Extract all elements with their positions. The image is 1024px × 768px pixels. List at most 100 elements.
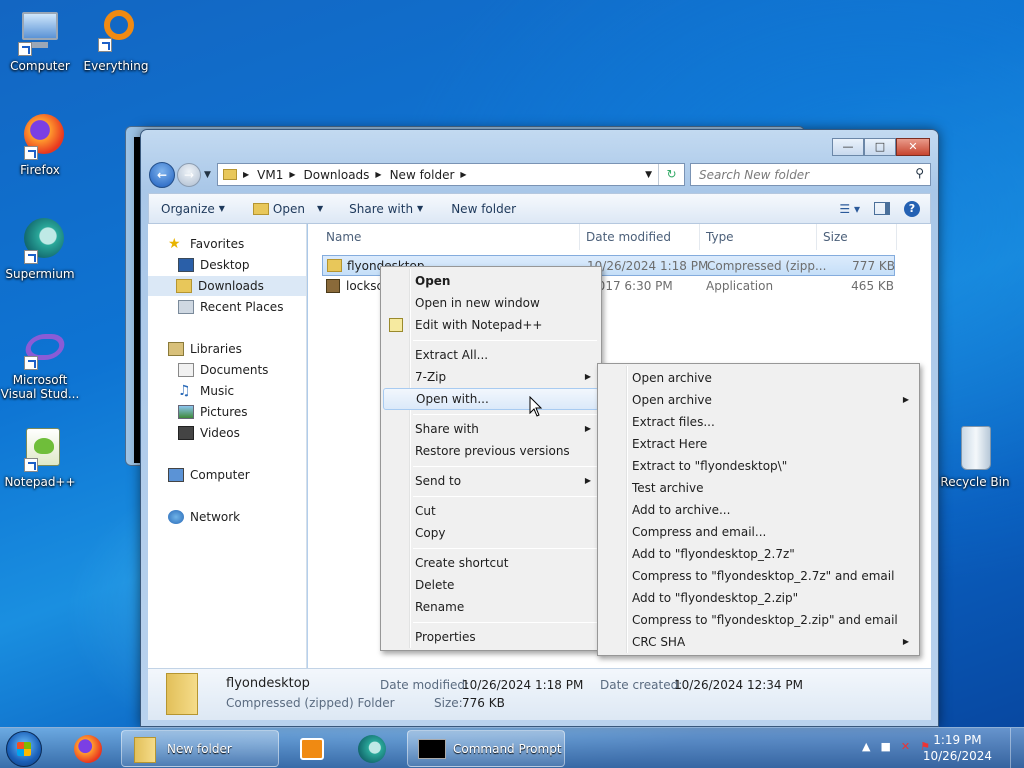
desktop-icon-recycle-bin[interactable]: Recycle Bin (935, 424, 1015, 489)
nav-favorites[interactable]: ★ Favorites (168, 234, 244, 254)
nav-downloads[interactable]: Downloads (148, 276, 306, 296)
submenu-arrow-icon: ▶ (584, 372, 591, 381)
preview-pane-icon[interactable] (874, 202, 890, 215)
desktop-icon-everything[interactable]: Everything (76, 8, 156, 73)
menu-cut[interactable]: Cut (383, 500, 599, 522)
zip-add-to-archive[interactable]: Add to archive... (600, 499, 917, 521)
taskbar-media-player[interactable] (290, 730, 336, 767)
address-dropdown-icon[interactable]: ▼ (645, 170, 652, 180)
nav-libraries[interactable]: Libraries (168, 339, 242, 359)
nav-pictures[interactable]: Pictures (178, 402, 248, 422)
chevron-right-icon[interactable]: ▶ (375, 170, 381, 179)
zip-add-7z[interactable]: Add to "flyondesktop_2.7z" (600, 543, 917, 565)
desktop-icon-computer[interactable]: Computer (0, 8, 80, 73)
zip-open-archive-sub[interactable]: Open archive ▶ (600, 389, 917, 411)
column-header-type[interactable]: Type (700, 224, 817, 250)
folder-icon (134, 737, 156, 763)
forward-button[interactable]: → (177, 163, 201, 187)
zip-compress-zip-email[interactable]: Compress to "flyondesktop_2.zip" and ema… (600, 609, 917, 631)
window-controls: — □ ✕ (832, 138, 930, 156)
zip-test-archive[interactable]: Test archive (600, 477, 917, 499)
zip-compress-7z-email[interactable]: Compress to "flyondesktop_2.7z" and emai… (600, 565, 917, 587)
column-header-size[interactable]: Size (817, 224, 897, 250)
desktop-icon-notepadpp[interactable]: Notepad++ (0, 424, 80, 489)
volume-muted-icon[interactable]: ✕ (901, 740, 910, 753)
star-icon: ★ (168, 236, 181, 252)
zip-extract-files[interactable]: Extract files... (600, 411, 917, 433)
taskbar-supermium[interactable] (350, 730, 396, 767)
menu-create-shortcut[interactable]: Create shortcut (383, 552, 599, 574)
address-bar[interactable]: ▶ VM1 ▶ Downloads ▶ New folder ▶ ▼ ↻ (217, 163, 685, 186)
start-button[interactable] (6, 731, 42, 767)
chevron-right-icon[interactable]: ▶ (460, 170, 466, 179)
nav-computer[interactable]: Computer (168, 465, 250, 485)
close-button[interactable]: ✕ (896, 138, 930, 156)
menu-open-with[interactable]: Open with... (383, 388, 599, 410)
submenu-arrow-icon: ▶ (902, 395, 909, 404)
zip-open-archive[interactable]: Open archive (600, 367, 917, 389)
menu-restore-previous[interactable]: Restore previous versions (383, 440, 599, 462)
taskbar-command-prompt[interactable]: Command Prompt (407, 730, 565, 767)
nav-desktop[interactable]: Desktop (178, 255, 250, 275)
taskbar-new-folder[interactable]: New folder (121, 730, 279, 767)
menu-share-with[interactable]: Share with ▶ (383, 418, 599, 440)
desktop-icon-label: Supermium (5, 267, 75, 281)
desktop-icon-visual-studio[interactable]: Microsoft Visual Stud... (0, 330, 80, 401)
breadcrumb-new-folder[interactable]: New folder (390, 168, 455, 182)
column-header-name[interactable]: Name (320, 224, 580, 250)
menu-edit-notepadpp[interactable]: Edit with Notepad++ (383, 314, 599, 336)
submenu-arrow-icon: ▶ (584, 424, 591, 433)
menu-extract-all[interactable]: Extract All... (383, 344, 599, 366)
recycle-bin-icon (951, 424, 999, 472)
visual-studio-icon (16, 330, 68, 370)
menu-open[interactable]: Open (383, 270, 599, 292)
zip-crc-sha[interactable]: CRC SHA ▶ (600, 631, 917, 653)
menu-properties[interactable]: Properties (383, 626, 599, 648)
clock[interactable]: 1:19 PM 10/26/2024 (923, 732, 992, 764)
chevron-down-icon: ▼ (417, 204, 424, 213)
taskbar-firefox[interactable] (66, 730, 112, 767)
network-icon[interactable]: ■ (881, 740, 891, 753)
search-placeholder: Search New folder (699, 168, 810, 182)
nav-videos[interactable]: Videos (178, 423, 240, 443)
menu-send-to[interactable]: Send to ▶ (383, 470, 599, 492)
search-input[interactable]: Search New folder ⚲ (690, 163, 931, 186)
menu-7zip[interactable]: 7-Zip ▶ (383, 366, 599, 388)
menu-delete[interactable]: Delete (383, 574, 599, 596)
desktop-icon-label: Notepad++ (4, 475, 76, 489)
menu-open-new-window[interactable]: Open in new window (383, 292, 599, 314)
refresh-icon[interactable]: ↻ (658, 164, 684, 185)
breadcrumb-vm1[interactable]: VM1 (257, 168, 283, 182)
chevron-right-icon[interactable]: ▶ (289, 170, 295, 179)
computer-icon (16, 8, 64, 56)
show-hidden-icons-icon[interactable]: ▲ (862, 740, 870, 753)
new-folder-button[interactable]: New folder (451, 202, 516, 216)
nav-recent-places[interactable]: Recent Places (178, 297, 283, 317)
minimize-button[interactable]: — (832, 138, 864, 156)
maximize-button[interactable]: □ (864, 138, 896, 156)
desktop-icon-supermium[interactable]: Supermium (0, 216, 80, 281)
help-icon[interactable]: ? (904, 200, 920, 217)
search-icon[interactable]: ⚲ (915, 166, 924, 180)
details-pane: flyondesktop Compressed (zipped) Folder … (148, 668, 931, 720)
desktop-icon-firefox[interactable]: Firefox (0, 112, 80, 177)
column-header-date[interactable]: Date modified (580, 224, 700, 250)
zip-compress-email[interactable]: Compress and email... (600, 521, 917, 543)
zip-add-zip[interactable]: Add to "flyondesktop_2.zip" (600, 587, 917, 609)
nav-music[interactable]: ♫ Music (178, 381, 234, 401)
view-options-icon[interactable]: ☰ ▾ (839, 202, 860, 216)
chevron-right-icon[interactable]: ▶ (243, 170, 249, 179)
menu-rename[interactable]: Rename (383, 596, 599, 618)
menu-copy[interactable]: Copy (383, 522, 599, 544)
nav-documents[interactable]: Documents (178, 360, 268, 380)
breadcrumb-downloads[interactable]: Downloads (304, 168, 370, 182)
zip-extract-here[interactable]: Extract Here (600, 433, 917, 455)
zip-extract-to[interactable]: Extract to "flyondesktop\" (600, 455, 917, 477)
share-with-button[interactable]: Share with ▼ (349, 202, 423, 216)
nav-network[interactable]: Network (168, 507, 240, 527)
open-button[interactable]: Open ▼ (252, 202, 323, 216)
organize-button[interactable]: Organize ▼ (161, 202, 225, 216)
show-desktop-button[interactable] (1010, 728, 1024, 768)
back-button[interactable]: ← (149, 162, 175, 188)
recent-pages-dropdown[interactable]: ▼ (204, 170, 211, 180)
